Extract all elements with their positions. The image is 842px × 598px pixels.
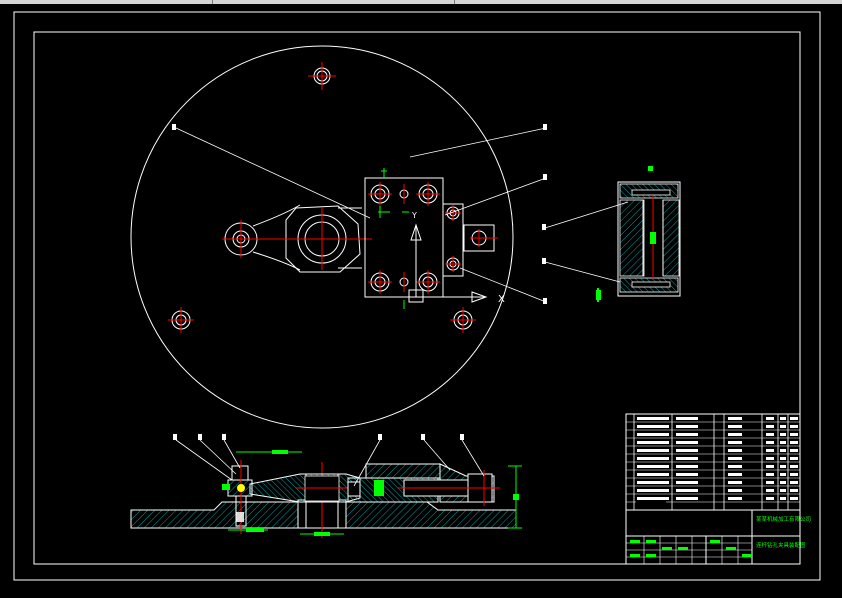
parts-list-cell: [637, 481, 669, 484]
parts-list-cell: [790, 441, 798, 444]
parts-list-cell: [728, 449, 742, 452]
parts-list-cell: [728, 481, 742, 484]
parts-list-cell: [766, 441, 774, 444]
parts-list-cell: [790, 465, 798, 468]
parts-list-cell: [790, 489, 798, 492]
parts-list-cell: [766, 433, 774, 436]
parts-list-cell: [790, 481, 798, 484]
parts-list-cell: [676, 449, 698, 452]
parts-list-cell: [790, 497, 798, 500]
title-block-mark: [646, 540, 656, 543]
title-block-mark: [630, 540, 640, 543]
drill-jig-block: [364, 177, 495, 303]
parts-list-cell: [728, 417, 742, 420]
parts-list-cell: [790, 417, 798, 420]
parts-list-cell: [780, 489, 786, 492]
parts-list-cell: [637, 433, 669, 436]
parts-list-cell: [676, 425, 698, 428]
parts-list-cell: [780, 473, 786, 476]
parts-list-cell: [637, 417, 669, 420]
parts-list-cell: [780, 457, 786, 460]
parts-list-cell: [766, 449, 774, 452]
parts-list-cell: [766, 417, 774, 420]
parts-list-cell: [676, 433, 698, 436]
parts-list-cell: [780, 433, 786, 436]
parts-list-cell: [780, 497, 786, 500]
title-block-mark: [726, 547, 736, 550]
parts-list-cell: [637, 497, 669, 500]
title-block-mark: [662, 547, 672, 550]
parts-list-cell: [676, 441, 698, 444]
parts-list-cell: [728, 465, 742, 468]
drawing-title: 连杆钻孔夹具装配图: [756, 541, 806, 549]
parts-list-cell: [790, 449, 798, 452]
y-axis-label: Y: [411, 211, 417, 220]
parts-list-cell: [766, 457, 774, 460]
parts-list-cell: [766, 465, 774, 468]
title-block-mark: [710, 540, 720, 543]
leader-tags: [172, 124, 547, 304]
title-block-mark: [646, 554, 656, 557]
parts-list-cell: [728, 457, 742, 460]
mounting-hole-top: [308, 62, 336, 90]
plan-view: X Y: [130, 45, 547, 429]
parts-list-cell: [766, 489, 774, 492]
cad-drawing-canvas[interactable]: X Y 某某机械加工有限公司 连杆钻孔夹具装配图: [0, 4, 842, 598]
x-axis-label: X: [498, 294, 505, 305]
parts-list-cell: [637, 457, 669, 460]
parts-list-cell: [676, 489, 698, 492]
parts-list-cell: [728, 433, 742, 436]
parts-list-cell: [766, 497, 774, 500]
front-section-view: [130, 434, 522, 538]
parts-list-cell: [676, 481, 698, 484]
parts-list-cell: [637, 425, 669, 428]
parts-list-cell: [790, 457, 798, 460]
mounting-hole-left: [168, 307, 194, 333]
parts-list-cell: [780, 417, 786, 420]
parts-list-cell: [790, 473, 798, 476]
title-block-mark: [630, 554, 640, 557]
parts-list-cell: [780, 441, 786, 444]
company-label: 某某机械加工有限公司: [756, 515, 811, 523]
parts-list-cell: [637, 489, 669, 492]
parts-list-cell: [637, 449, 669, 452]
parts-list-cell: [637, 465, 669, 468]
parts-list-cell: [676, 465, 698, 468]
parts-list-cell: [790, 425, 798, 428]
parts-list-cell: [780, 481, 786, 484]
parts-list-cell: [766, 481, 774, 484]
parts-list-cell: [728, 441, 742, 444]
parts-list-cell: [790, 433, 798, 436]
parts-list-cell: [728, 489, 742, 492]
parts-list-cell: [728, 473, 742, 476]
parts-list-cell: [766, 425, 774, 428]
parts-list-cell: [676, 473, 698, 476]
parts-list-cell: [728, 497, 742, 500]
title-block-mark: [742, 554, 752, 557]
parts-list-and-title-block: 某某机械加工有限公司 连杆钻孔夹具装配图: [625, 413, 811, 565]
parts-list-cell: [780, 425, 786, 428]
parts-list-cell: [676, 497, 698, 500]
parts-list-cell: [728, 425, 742, 428]
title-block-mark: [678, 547, 688, 550]
parts-list-cell: [676, 417, 698, 420]
parts-list-cell: [780, 449, 786, 452]
parts-list-cell: [676, 457, 698, 460]
leader-lines: [175, 127, 547, 303]
parts-list-cell: [780, 465, 786, 468]
parts-list-cell: [766, 473, 774, 476]
parts-list-cell: [637, 441, 669, 444]
parts-list-cell: [637, 473, 669, 476]
side-section-view: [542, 166, 681, 302]
mounting-hole-right: [450, 307, 476, 333]
